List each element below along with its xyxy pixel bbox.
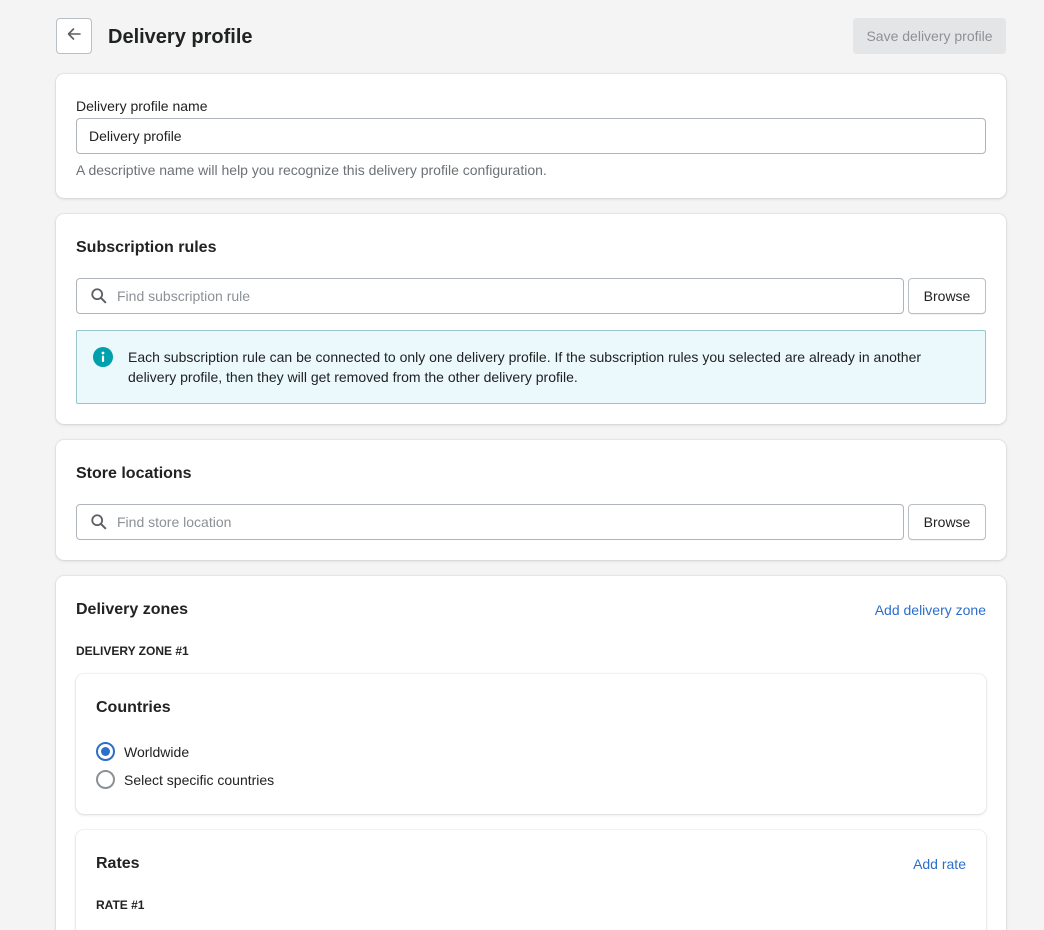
info-banner-text: Each subscription rule can be connected … xyxy=(128,349,922,385)
delivery-zone-heading: DELIVERY ZONE #1 xyxy=(76,644,189,658)
radio-select-specific-countries[interactable]: Select specific countries xyxy=(96,770,274,789)
store-location-search-input[interactable]: Find store location xyxy=(76,504,904,540)
search-placeholder: Find store location xyxy=(117,514,232,530)
radio-worldwide[interactable]: Worldwide xyxy=(96,742,189,761)
search-icon xyxy=(89,286,109,306)
info-icon xyxy=(93,347,113,367)
delivery-zones-card: Delivery zones Add delivery zone DELIVER… xyxy=(56,576,1006,930)
page-title: Delivery profile xyxy=(108,26,253,48)
rates-title: Rates xyxy=(96,855,140,872)
subscription-rules-card: Subscription rules Find subscription rul… xyxy=(56,214,1006,424)
add-rate-link[interactable]: Add rate xyxy=(913,856,966,872)
page: Delivery profile Save delivery profile D… xyxy=(0,0,1044,930)
info-banner: Each subscription rule can be connected … xyxy=(76,330,986,404)
browse-subscription-rules-button[interactable]: Browse xyxy=(908,278,986,314)
countries-card: Countries Worldwide Select specific coun… xyxy=(76,674,986,814)
add-delivery-zone-link[interactable]: Add delivery zone xyxy=(875,602,986,618)
rates-card: Rates Add rate RATE #1 xyxy=(76,830,986,930)
profile-name-input[interactable]: Delivery profile xyxy=(76,118,986,154)
radio-button-checked[interactable] xyxy=(96,742,115,761)
subscription-rules-title: Subscription rules xyxy=(76,239,217,256)
back-button[interactable] xyxy=(56,18,92,54)
search-placeholder: Find subscription rule xyxy=(117,288,251,304)
browse-store-locations-button[interactable]: Browse xyxy=(908,504,986,540)
radio-label: Worldwide xyxy=(124,743,190,760)
rate-heading: RATE #1 xyxy=(96,898,145,912)
radio-button[interactable] xyxy=(96,770,115,789)
radio-label: Select specific countries xyxy=(124,771,275,788)
subscription-rule-search-input[interactable]: Find subscription rule xyxy=(76,278,904,314)
countries-title: Countries xyxy=(96,699,171,716)
profile-name-label: Delivery profile name xyxy=(76,98,208,114)
save-delivery-profile-button[interactable]: Save delivery profile xyxy=(853,18,1006,54)
search-icon xyxy=(89,512,109,532)
profile-name-help: A descriptive name will help you recogni… xyxy=(76,162,547,178)
delivery-zones-title: Delivery zones xyxy=(76,601,189,618)
store-locations-title: Store locations xyxy=(76,465,192,482)
arrow-left-icon xyxy=(64,24,84,49)
page-header: Delivery profile Save delivery profile xyxy=(56,18,1006,54)
store-locations-card: Store locations Find store location Brow… xyxy=(56,440,1006,560)
profile-name-card: Delivery profile name Delivery profile A… xyxy=(56,74,1006,198)
